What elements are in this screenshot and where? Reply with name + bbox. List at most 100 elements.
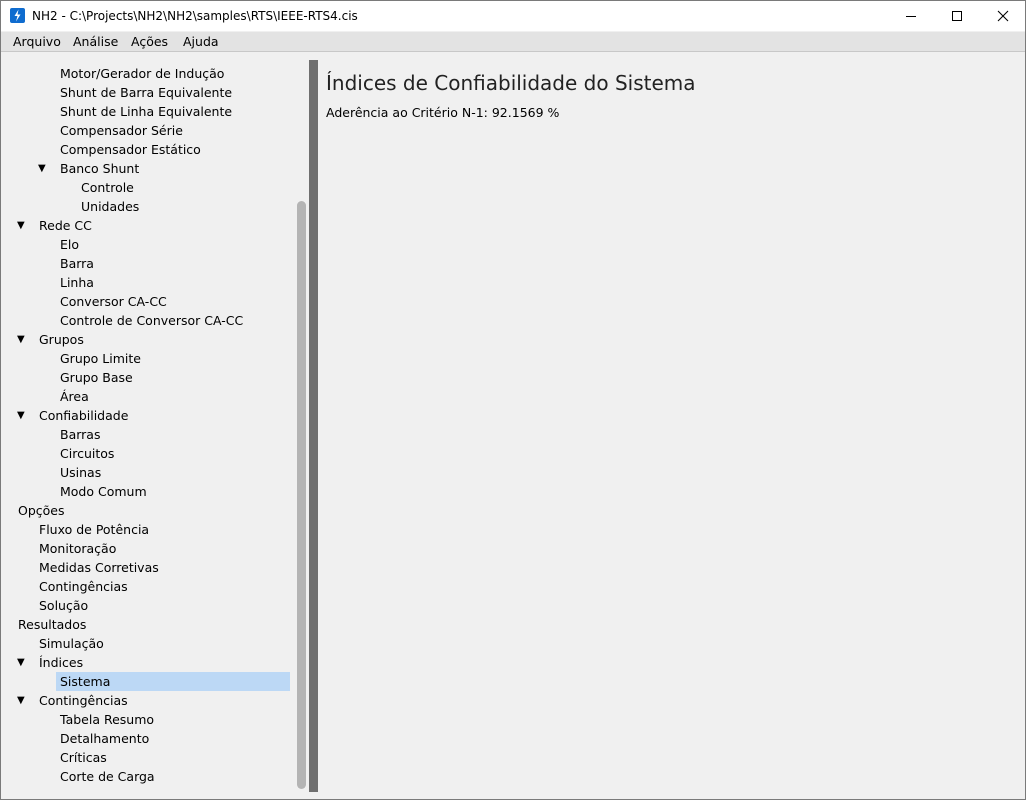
tree-item-label: Rede CC [39,218,92,233]
tree-item-label: Solução [39,598,89,613]
tree-item-label: Barras [60,427,101,442]
n1-criterion-value: Aderência ao Critério N-1: 92.1569 % [326,105,560,120]
tree-item[interactable]: Medidas Corretivas [10,558,296,577]
tree-item[interactable]: ▼Opções [10,501,296,520]
tree-item[interactable]: Unidades [10,197,296,216]
tree-item-label: Unidades [81,199,140,214]
tree-item-label: Índices [39,655,84,670]
menu-bar: Arquivo Análise Ações Ajuda [1,32,1025,52]
tree-scrollbar-thumb[interactable] [297,201,306,789]
tree-item[interactable]: Barra [10,254,296,273]
tree-item-label: Área [60,389,89,404]
menu-arquivo[interactable]: Arquivo [13,34,61,49]
tree-item[interactable]: Compensador Série [10,121,296,140]
tree-item[interactable]: Detalhamento [10,729,296,748]
expand-arrow-icon[interactable]: ▼ [17,216,27,235]
tree-item[interactable]: Controle [10,178,296,197]
tree-item-label: Compensador Estático [60,142,201,157]
tree-item-label: Opções [18,503,65,518]
title-bar[interactable]: NH2 - C:\Projects\NH2\NH2\samples\RTS\IE… [1,1,1025,31]
tree-item-label: Banco Shunt [60,161,140,176]
tree-item-label: Contingências [39,579,128,594]
tree-item-label: Shunt de Linha Equivalente [60,104,233,119]
lightning-icon [10,8,25,23]
tree-item[interactable]: Contingências [10,577,296,596]
tree-item[interactable]: Motor/Gerador de Indução [10,64,296,83]
navigation-tree: Motor/Gerador de Indução Shunt de Barra E… [10,60,308,790]
tree-item-selected[interactable]: Sistema [56,672,290,691]
tree-item[interactable]: ▼ Rede CC [10,216,296,235]
tree-item-label: Fluxo de Potência [39,522,150,537]
tree-item[interactable]: ▼ Contingências [10,691,296,710]
content-panel: Índices de Confiabilidade do Sistema Ade… [318,60,1018,792]
menu-ajuda[interactable]: Ajuda [183,34,219,49]
tree-item[interactable]: Simulação [10,634,296,653]
tree-item[interactable]: Barras [10,425,296,444]
tree-item[interactable]: ▼ Índices [10,653,296,672]
tree-item[interactable]: Críticas [10,748,296,767]
tree-item-label: Grupo Base [60,370,133,385]
menu-analise[interactable]: Análise [73,34,118,49]
tree-item[interactable]: Elo [10,235,296,254]
tree-item-label: Linha [60,275,94,290]
tree-item[interactable]: Compensador Estático [10,140,296,159]
tree-item[interactable]: Grupo Base [10,368,296,387]
tree-item[interactable]: Usinas [10,463,296,482]
tree-item[interactable]: Conversor CA-CC [10,292,296,311]
tree-item-label: Medidas Corretivas [39,560,159,575]
tree-item-label: Usinas [60,465,102,480]
page-title: Índices de Confiabilidade do Sistema [326,71,696,95]
tree-item[interactable]: Modo Comum [10,482,296,501]
tree-item[interactable]: Circuitos [10,444,296,463]
expand-arrow-icon[interactable]: ▼ [38,159,48,178]
tree-item[interactable]: Solução [10,596,296,615]
tree-item-label: Grupo Limite [60,351,141,366]
tree-item[interactable]: Fluxo de Potência [10,520,296,539]
tree-item-label: Modo Comum [60,484,147,499]
tree-item[interactable]: Controle de Conversor CA-CC [10,311,296,330]
tree-item-label: Barra [60,256,94,271]
tree-item-label: Simulação [39,636,104,651]
tree-item-label: Circuitos [60,446,115,461]
expand-arrow-icon[interactable]: ▼ [17,330,27,349]
tree-item-label: Críticas [60,750,107,765]
expand-arrow-icon[interactable]: ▼ [17,691,27,710]
panel-splitter[interactable] [309,60,318,792]
tree-item[interactable]: Shunt de Linha Equivalente [10,102,296,121]
tree-item-label: Tabela Resumo [60,712,155,727]
tree-item-label: Motor/Gerador de Indução [60,66,225,81]
tree-item[interactable]: Linha [10,273,296,292]
tree-item[interactable]: ▼ Banco Shunt [10,159,296,178]
window-title: NH2 - C:\Projects\NH2\NH2\samples\RTS\IE… [32,9,358,23]
tree-item[interactable]: Monitoração [10,539,296,558]
tree-item[interactable]: ▼ Confiabilidade [10,406,296,425]
tree-item-label: Contingências [39,693,128,708]
expand-arrow-icon[interactable]: ▼ [17,406,27,425]
expand-arrow-icon[interactable]: ▼ [17,653,27,672]
tree-item-label: Sistema [60,674,111,689]
tree-item-label: Corte de Carga [60,769,155,784]
tree-item-label: Confiabilidade [39,408,129,423]
tree-item[interactable]: Shunt de Barra Equivalente [10,83,296,102]
maximize-button[interactable] [934,1,980,31]
tree-item[interactable]: Tabela Resumo [10,710,296,729]
close-button[interactable] [980,1,1025,31]
tree-item[interactable]: Corte de Carga [10,767,296,786]
tree-item-label: Controle [81,180,134,195]
tree-item[interactable]: Área [10,387,296,406]
tree-item[interactable]: ▼Resultados [10,615,296,634]
minimize-button[interactable] [888,1,934,31]
tree-item-label: Shunt de Barra Equivalente [60,85,233,100]
tree-item-label: Monitoração [39,541,117,556]
tree-item-label: Controle de Conversor CA-CC [60,313,244,328]
main-window: NH2 - C:\Projects\NH2\NH2\samples\RTS\IE… [0,0,1026,800]
tree-item[interactable]: Grupo Limite [10,349,296,368]
tree-item-label: Resultados [18,617,87,632]
tree-item-label: Conversor CA-CC [60,294,167,309]
tree-item-label: Elo [60,237,80,252]
tree-item-label: Detalhamento [60,731,150,746]
menu-acoes[interactable]: Ações [131,34,168,49]
tree-item[interactable]: ▼ Grupos [10,330,296,349]
tree-item-label: Grupos [39,332,84,347]
tree-item-label: Compensador Série [60,123,183,138]
